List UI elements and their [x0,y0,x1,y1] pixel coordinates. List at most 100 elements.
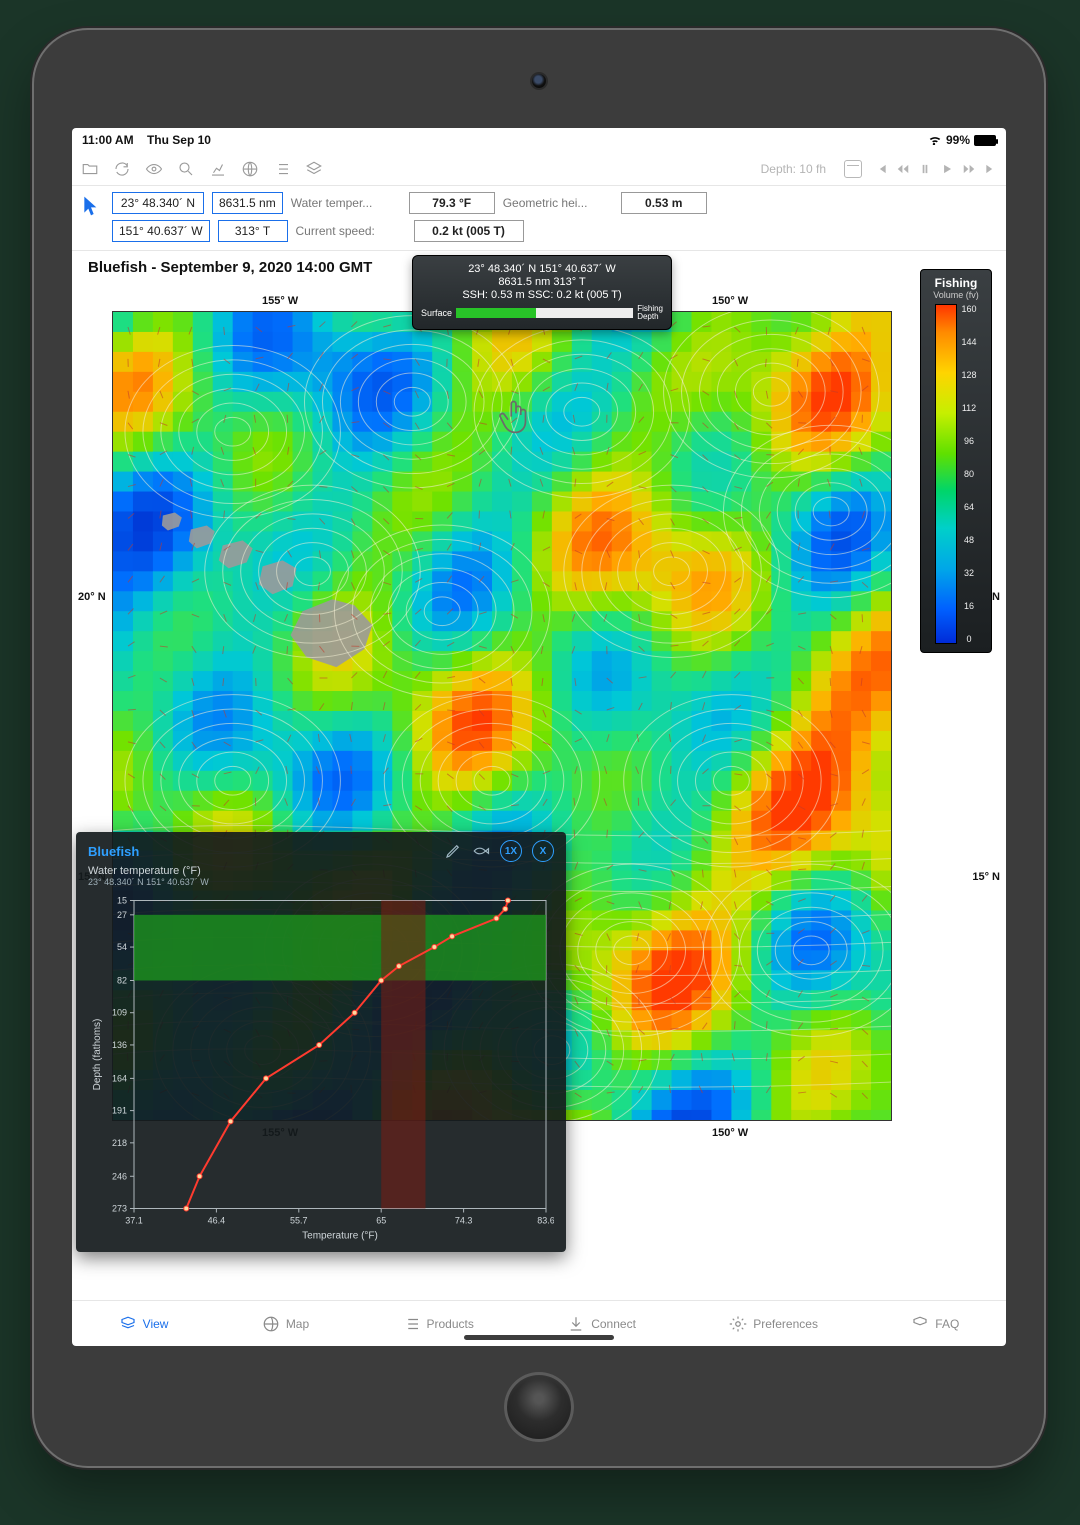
tip-coords: 23° 48.340´ N 151° 40.637´ W [421,263,663,275]
lon-tick-150w-top: 150° W [712,295,748,307]
list-icon[interactable] [272,159,292,179]
svg-text:164: 164 [112,1073,127,1083]
status-time: 11:00 AM [82,133,134,147]
profile-coords: 23° 48.340´ N 151° 40.637´ W [88,877,554,887]
chart-icon[interactable] [208,159,228,179]
playback-controls [874,162,998,176]
speed-value: 0.2 kt (005 T) [414,220,524,242]
skip-start-icon[interactable] [874,162,888,176]
fish-icon[interactable] [472,842,490,860]
svg-text:273: 273 [112,1204,127,1214]
layers-icon[interactable] [304,159,324,179]
svg-text:246: 246 [112,1171,127,1181]
play-icon[interactable] [940,162,954,176]
legend-tick: 96 [961,436,976,446]
wifi-icon [928,135,942,145]
nav-connect[interactable]: Connect [567,1315,636,1333]
nav-products-label: Products [427,1317,474,1331]
svg-text:74.3: 74.3 [455,1216,473,1226]
speed-1x-button[interactable]: 1X [500,840,522,862]
svg-text:55.7: 55.7 [290,1216,308,1226]
legend-tick: 64 [961,502,976,512]
rewind-icon[interactable] [896,162,910,176]
height-label: Geometric hei... [503,196,613,210]
svg-text:15: 15 [117,896,127,906]
battery-icon [974,135,996,146]
nav-prefs-label: Preferences [753,1317,818,1331]
cursor-arrow-icon[interactable] [80,192,102,220]
speed-label: Current speed: [296,224,406,238]
svg-text:191: 191 [112,1106,127,1116]
skip-end-icon[interactable] [984,162,998,176]
svg-text:82: 82 [117,975,127,985]
folder-icon[interactable] [80,159,100,179]
svg-text:27: 27 [117,910,127,920]
lon-tick-155w-top: 155° W [262,295,298,307]
home-indicator[interactable] [464,1335,614,1340]
globe-icon[interactable] [240,159,260,179]
nav-connect-label: Connect [591,1317,636,1331]
readout-bar: 23° 48.340´ N 8631.5 nm Water temper... … [72,186,1006,251]
legend-gradient [935,304,957,644]
temp-value: 79.3 °F [409,192,495,214]
nav-products[interactable]: Products [403,1315,474,1333]
slider-left-label: Surface [421,308,452,318]
temp-label: Water temper... [291,196,401,210]
legend-tick: 0 [961,634,976,644]
depth-profile-panel[interactable]: Bluefish 1X X Water temperature (°F) 23°… [76,832,566,1252]
pause-icon[interactable] [918,162,932,176]
slider-right-label-b: Depth [637,312,658,321]
nav-faq[interactable]: FAQ [911,1315,959,1333]
lat-tick-15n-right: 15° N [972,871,1000,883]
forward-icon[interactable] [962,162,976,176]
nav-map-label: Map [286,1317,309,1331]
height-value: 0.53 m [621,192,707,214]
legend-tick: 16 [961,601,976,611]
cursor-info-tooltip: 23° 48.340´ N 151° 40.637´ W 8631.5 nm 3… [412,255,672,330]
legend-tick: 160 [961,304,976,314]
ipad-frame: 11:00 AM Thu Sep 10 99% [32,28,1046,1468]
bearing-readout: 313° T [218,220,288,242]
depth-readout: Depth: 10 fh [761,162,826,176]
close-button[interactable]: X [532,840,554,862]
status-date: Thu Sep 10 [147,133,211,147]
svg-text:37.1: 37.1 [125,1216,143,1226]
svg-text:Depth (fathoms): Depth (fathoms) [92,1019,103,1091]
legend-title: Fishing [927,276,985,290]
nav-map[interactable]: Map [262,1315,309,1333]
map-area[interactable]: Bluefish - September 9, 2020 14:00 GMT 1… [72,251,1006,1300]
calendar-icon[interactable] [844,160,862,178]
svg-text:218: 218 [112,1138,127,1148]
depth-slider[interactable] [456,308,633,318]
nav-faq-label: FAQ [935,1317,959,1331]
dist-readout: 8631.5 nm [212,192,283,214]
refresh-icon[interactable] [112,159,132,179]
legend-tick: 32 [961,568,976,578]
legend-unit: Volume (fv) [927,290,985,300]
legend-tick: 128 [961,370,976,380]
profile-chart: 1527548210913616419121824627337.146.455.… [88,893,554,1246]
app-screen: 11:00 AM Thu Sep 10 99% [72,128,1006,1346]
svg-text:109: 109 [112,1008,127,1018]
color-legend: Fishing Volume (fv) 16014412811296806448… [920,269,992,653]
svg-text:Temperature (°F): Temperature (°F) [302,1231,378,1242]
profile-title: Bluefish [88,844,139,859]
camera-dot [532,74,546,88]
legend-ticks: 1601441281129680644832160 [961,304,976,644]
svg-text:46.4: 46.4 [208,1216,226,1226]
legend-tick: 144 [961,337,976,347]
nav-preferences[interactable]: Preferences [729,1315,818,1333]
legend-tick: 48 [961,535,976,545]
pencil-icon[interactable] [444,842,462,860]
tip-ssh-ssc: SSH: 0.53 m SSC: 0.2 kt (005 T) [421,289,663,301]
profile-subtitle: Water temperature (°F) [88,865,554,877]
nav-view-label: View [143,1317,169,1331]
nav-view[interactable]: View [119,1315,169,1333]
svg-text:65: 65 [376,1216,386,1226]
lon-readout: 151° 40.637´ W [112,220,210,242]
lat-tick-20n-left: 20° N [78,591,106,603]
eye-icon[interactable] [144,159,164,179]
home-button[interactable] [504,1372,574,1442]
status-bar: 11:00 AM Thu Sep 10 99% [72,128,1006,152]
search-icon[interactable] [176,159,196,179]
